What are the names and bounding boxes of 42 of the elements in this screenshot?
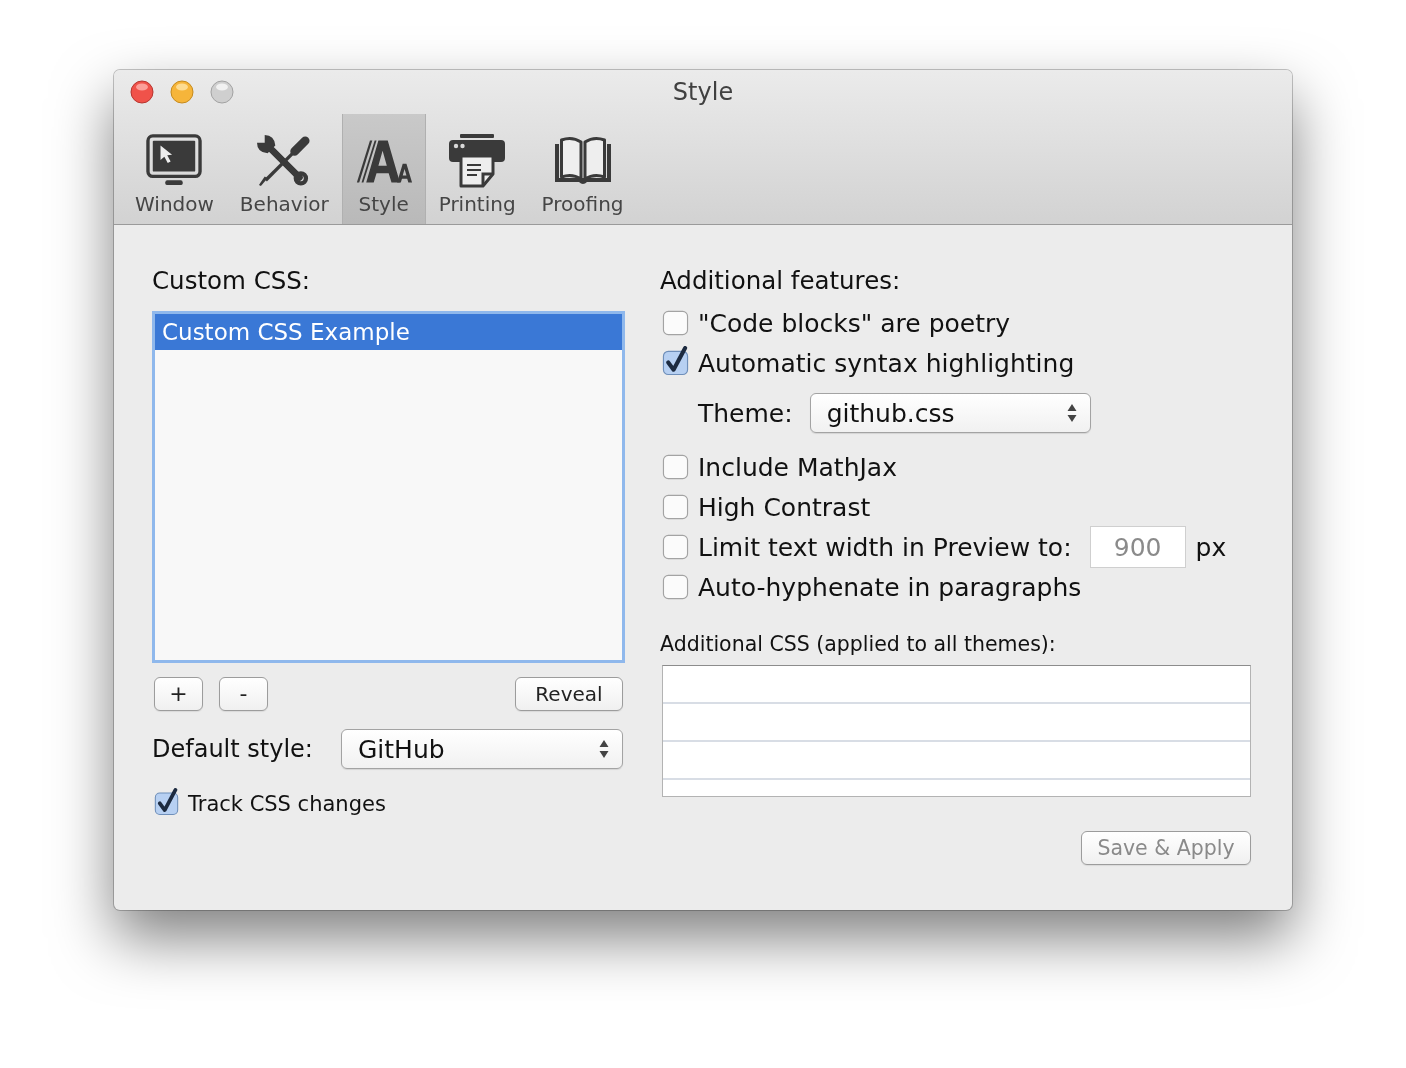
css-list[interactable]: Custom CSS Example (152, 311, 625, 663)
checkbox-label: Automatic syntax highlighting (698, 348, 1075, 378)
toolbar-tab[interactable]: Behavior (226, 114, 342, 224)
width-field[interactable]: 900 (1089, 526, 1186, 568)
checkbox-label: Track CSS changes (188, 792, 386, 816)
section-label: Additional CSS (applied to all themes): (660, 631, 1057, 657)
checkbox-label: Include MathJax (698, 452, 897, 482)
window-title: Style (672, 77, 734, 107)
style-popup[interactable]: GitHub (341, 729, 623, 769)
checkbox-label: High Contrast (698, 492, 871, 522)
field-label: Theme: (698, 398, 793, 428)
toolbar-tab[interactable]: Style (341, 114, 426, 224)
unit-label: px (1195, 532, 1227, 562)
up-down-arrows-icon (1066, 403, 1077, 423)
checkbox[interactable] (662, 574, 689, 600)
checkbox-label: "Code blocks" are poetry (698, 308, 1011, 338)
printer-icon (448, 134, 507, 188)
css-text-area[interactable] (662, 665, 1251, 797)
theme-popup[interactable]: github.css (809, 393, 1091, 433)
checkbox[interactable] (662, 346, 689, 376)
minimize-button[interactable] (170, 80, 194, 104)
reveal-button[interactable]: Reveal (515, 677, 623, 711)
checkbox-label: Auto-hyphenate in paragraphs (698, 572, 1082, 602)
section-label: Additional features: (660, 266, 902, 296)
monitor-icon (145, 134, 204, 188)
checkbox-label: Limit text width in Preview to: (698, 532, 1072, 562)
checkbox[interactable] (662, 494, 689, 520)
checkbox[interactable] (662, 454, 689, 480)
close-button[interactable] (130, 80, 154, 104)
checkbox[interactable] (662, 534, 689, 560)
add-button[interactable]: + (154, 677, 203, 711)
remove-button[interactable]: - (219, 677, 268, 711)
checkbox[interactable] (154, 788, 179, 816)
toolbar-tab[interactable]: Window (122, 114, 227, 224)
section-label: Custom CSS: (152, 266, 312, 296)
checkbox[interactable] (662, 310, 689, 336)
toolbar-tab[interactable]: Proofing (528, 114, 637, 224)
up-down-arrows-icon (599, 739, 609, 759)
toolbar-tab[interactable]: Printing (425, 114, 529, 224)
field-label: Default style: (152, 735, 314, 763)
zoom-button[interactable] (210, 80, 234, 104)
list-item[interactable]: Custom CSS Example (155, 314, 622, 350)
